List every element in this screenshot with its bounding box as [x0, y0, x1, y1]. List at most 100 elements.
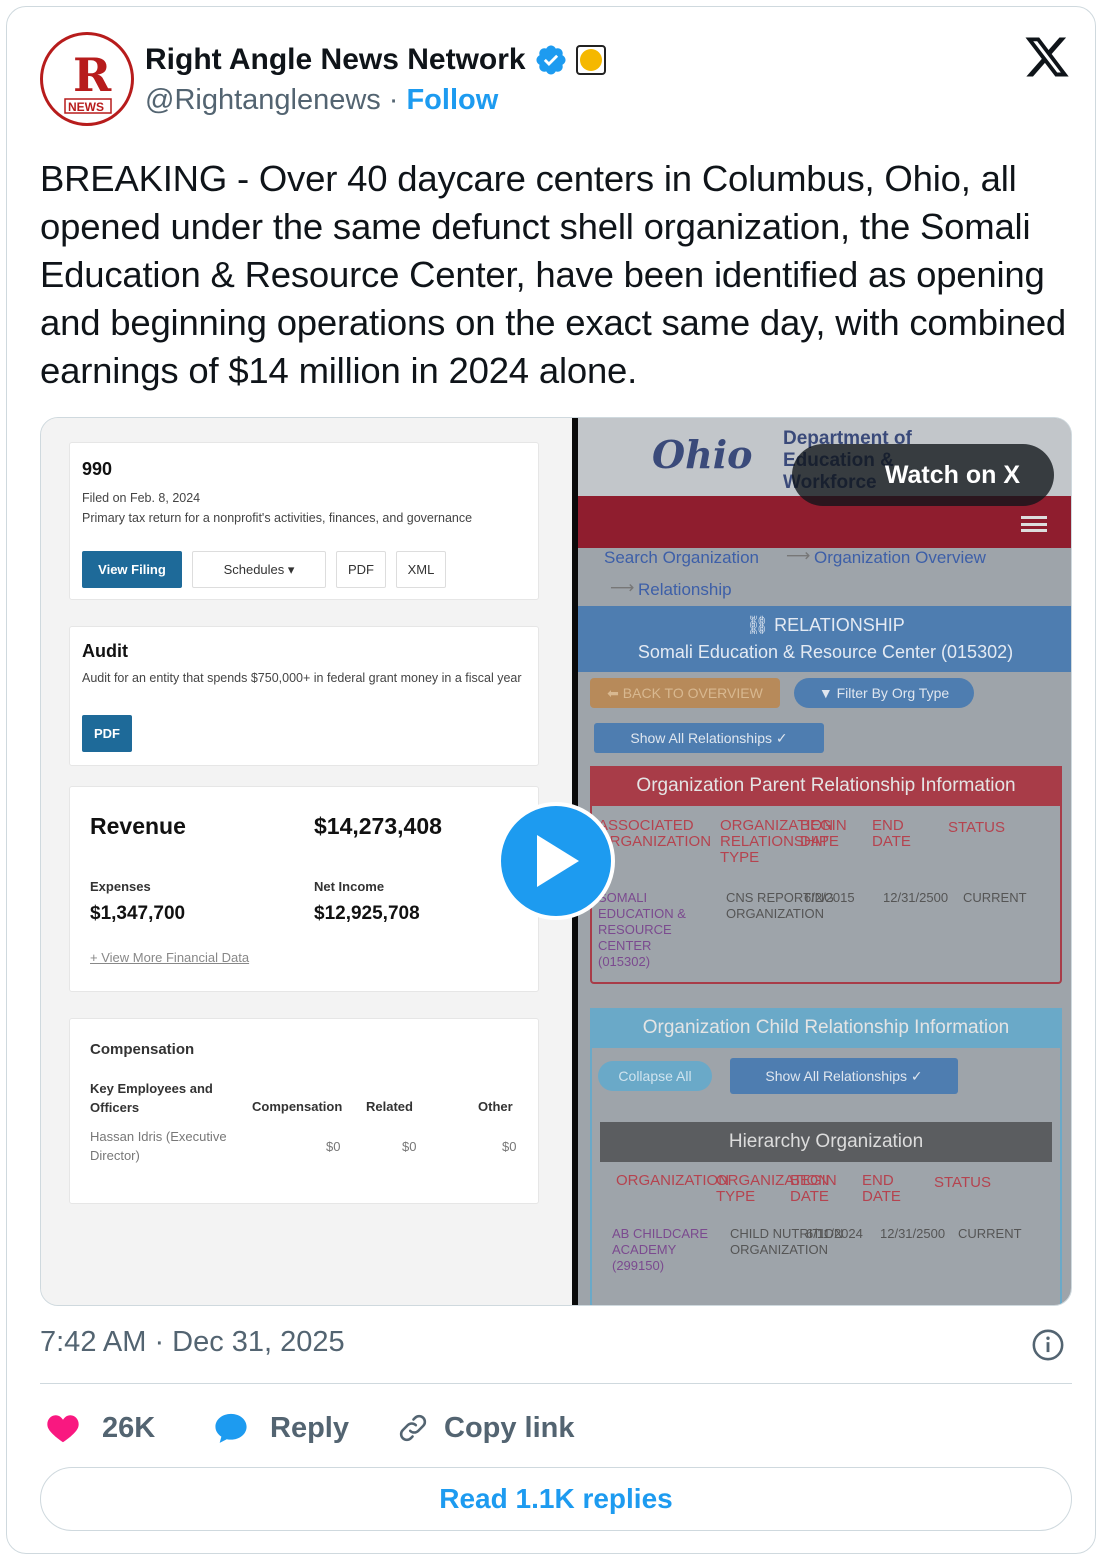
x-logo-icon[interactable]: [1022, 33, 1072, 81]
comp-name: Hassan Idris (Executive Director): [90, 1129, 227, 1163]
ph-col-begin: BEGIN DATE: [800, 817, 847, 850]
compensation-card: Compensation Key Employees and Officers …: [69, 1018, 539, 1204]
audit-card: Audit Audit for an entity that spends $7…: [69, 626, 539, 766]
comp-value-2: $0: [402, 1139, 417, 1154]
author-handle[interactable]: @Rightanglenews: [145, 84, 381, 117]
watch-on-x-button[interactable]: Watch on X: [792, 444, 1054, 506]
audit-title: Audit: [82, 641, 128, 661]
video-left-pane: 990 Filed on Feb. 8, 2024 Primary tax re…: [41, 418, 572, 1305]
collapse-all-button: Collapse All: [598, 1061, 712, 1091]
cr-org: AB CHILDCARE ACADEMY (299150): [612, 1226, 709, 1273]
heart-icon: [47, 1415, 79, 1443]
audit-desc: Audit for an entity that spends $750,000…: [82, 671, 522, 685]
ch-col-org: ORGANIZATION: [616, 1172, 730, 1189]
cr-begin: 6/11/2024: [806, 1226, 863, 1241]
expenses-value: $1,347,700: [90, 903, 186, 924]
crumb-arrow-icon-2: ⟶: [610, 578, 635, 597]
audit-pdf-button: PDF: [82, 715, 132, 752]
relationship-bar: ⛓ RELATIONSHIP Somali Education & Resour…: [578, 606, 1071, 672]
filter-icon: ▼: [818, 685, 837, 701]
svg-text:NEWS: NEWS: [68, 100, 104, 114]
comp-col-other: Other: [478, 1099, 513, 1114]
show-all-button: Show All Relationships ✓: [594, 723, 824, 753]
handle-row: @Rightanglenews · Follow: [145, 84, 498, 117]
comp-col-related: Related: [366, 1099, 413, 1114]
rel-title: RELATIONSHIP: [774, 615, 905, 635]
pdf-button: PDF: [336, 551, 386, 588]
reply-bubble-icon: [215, 1413, 247, 1443]
ohio-logo: Ohio: [652, 432, 753, 477]
footer-divider: [40, 1383, 1072, 1384]
back-overview-button: ⬅ BACK TO OVERVIEW: [590, 678, 780, 708]
svg-text:R: R: [73, 48, 112, 102]
pr-org: SOMALI EDUCATION & RESOURCE CENTER (0153…: [598, 890, 686, 969]
pr-end: 12/31/2500: [883, 890, 949, 905]
ch-col-status: STATUS: [934, 1174, 991, 1191]
crumb-search: Search Organization: [604, 548, 759, 567]
hierarchy-head: Hierarchy Organization: [600, 1122, 1052, 1162]
tweet-timestamp[interactable]: 7:42 AM · Dec 31, 2025: [40, 1326, 345, 1359]
comp-title: Compensation: [90, 1041, 195, 1058]
link-icon: ⛓: [746, 615, 775, 635]
crumb-relationship: Relationship: [638, 580, 732, 599]
form-filed: Filed on Feb. 8, 2024: [82, 491, 201, 505]
reply-button[interactable]: Reply: [214, 1405, 349, 1451]
follow-button[interactable]: Follow: [406, 84, 498, 117]
ch-col-end: END DATE: [862, 1172, 901, 1205]
pr-begin: 6/2/2015: [804, 890, 855, 905]
read-replies-button[interactable]: Read 1.1K replies: [40, 1467, 1072, 1531]
form-title: 990: [82, 459, 113, 479]
net-income-value: $12,925,708: [314, 903, 420, 924]
hamburger-menu-icon: [1021, 516, 1047, 532]
tweet-text: BREAKING - Over 40 daycare centers in Co…: [40, 158, 1067, 391]
revenue-label: Revenue: [90, 813, 186, 839]
verified-badge-icon: [536, 45, 566, 75]
filter-button: ▼ Filter By Org Type: [794, 678, 974, 708]
handle-separator: ·: [388, 84, 399, 116]
copy-link-button[interactable]: Copy link: [396, 1405, 575, 1451]
author-name[interactable]: Right Angle News Network: [145, 43, 526, 77]
ph-col-status: STATUS: [948, 819, 1005, 836]
crumb-arrow-icon: ⟶: [786, 546, 811, 565]
avatar-logo-icon: R NEWS: [64, 48, 112, 114]
comp-col-compensation: Compensation: [252, 1099, 343, 1114]
info-icon[interactable]: [1031, 1328, 1065, 1362]
parent-section-head: Organization Parent Relationship Informa…: [590, 766, 1062, 806]
revenue-value: $14,273,408: [314, 813, 442, 839]
author-name-row: Right Angle News Network: [145, 40, 606, 80]
pr-status: CURRENT: [963, 890, 1027, 905]
ph-col-end: END DATE: [872, 817, 911, 850]
form-990-card: 990 Filed on Feb. 8, 2024 Primary tax re…: [69, 442, 539, 600]
comp-value-1: $0: [326, 1139, 341, 1154]
crumb-overview: Organization Overview: [814, 548, 986, 567]
like-button[interactable]: 26K: [46, 1405, 155, 1451]
link-icon: [399, 1414, 427, 1442]
cr-status: CURRENT: [958, 1226, 1022, 1241]
ph-col-associated: ASSOCIATED ORGANIZATION: [598, 817, 712, 850]
comp-value-3: $0: [502, 1139, 517, 1154]
play-button[interactable]: [497, 802, 615, 920]
more-financial-link: + View More Financial Data: [90, 950, 250, 965]
rel-org: Somali Education & Resource Center (0153…: [637, 642, 1014, 662]
play-icon: [537, 835, 579, 887]
financials-card: Revenue $14,273,408 Expenses $1,347,700 …: [69, 786, 539, 992]
net-income-label: Net Income: [314, 879, 385, 894]
child-section-head: Organization Child Relationship Informat…: [590, 1008, 1062, 1048]
like-count: 26K: [102, 1411, 156, 1444]
comp-col-officers: Key Employees and Officers: [90, 1081, 213, 1115]
xml-button: XML: [396, 551, 446, 588]
filter-label: Filter By Org Type: [836, 685, 950, 701]
form-desc: Primary tax return for a nonprofit's act…: [82, 511, 473, 525]
cr-end: 12/31/2500: [880, 1226, 946, 1241]
author-avatar[interactable]: R NEWS: [40, 32, 134, 126]
back-label: BACK TO OVERVIEW: [622, 685, 763, 701]
expenses-label: Expenses: [90, 879, 151, 894]
show-all-button-2: Show All Relationships ✓: [730, 1058, 958, 1094]
view-filing-button: View Filing: [82, 551, 182, 588]
video-right-pane: Ohio Department of Education & Workforce…: [578, 418, 1071, 1305]
back-arrow-icon: ⬅: [607, 684, 623, 701]
schedules-button: Schedules ▾: [192, 551, 326, 588]
ch-col-begin: BEGIN DATE: [790, 1172, 837, 1205]
reply-label: Reply: [270, 1411, 349, 1444]
copy-link-label: Copy link: [444, 1411, 575, 1444]
